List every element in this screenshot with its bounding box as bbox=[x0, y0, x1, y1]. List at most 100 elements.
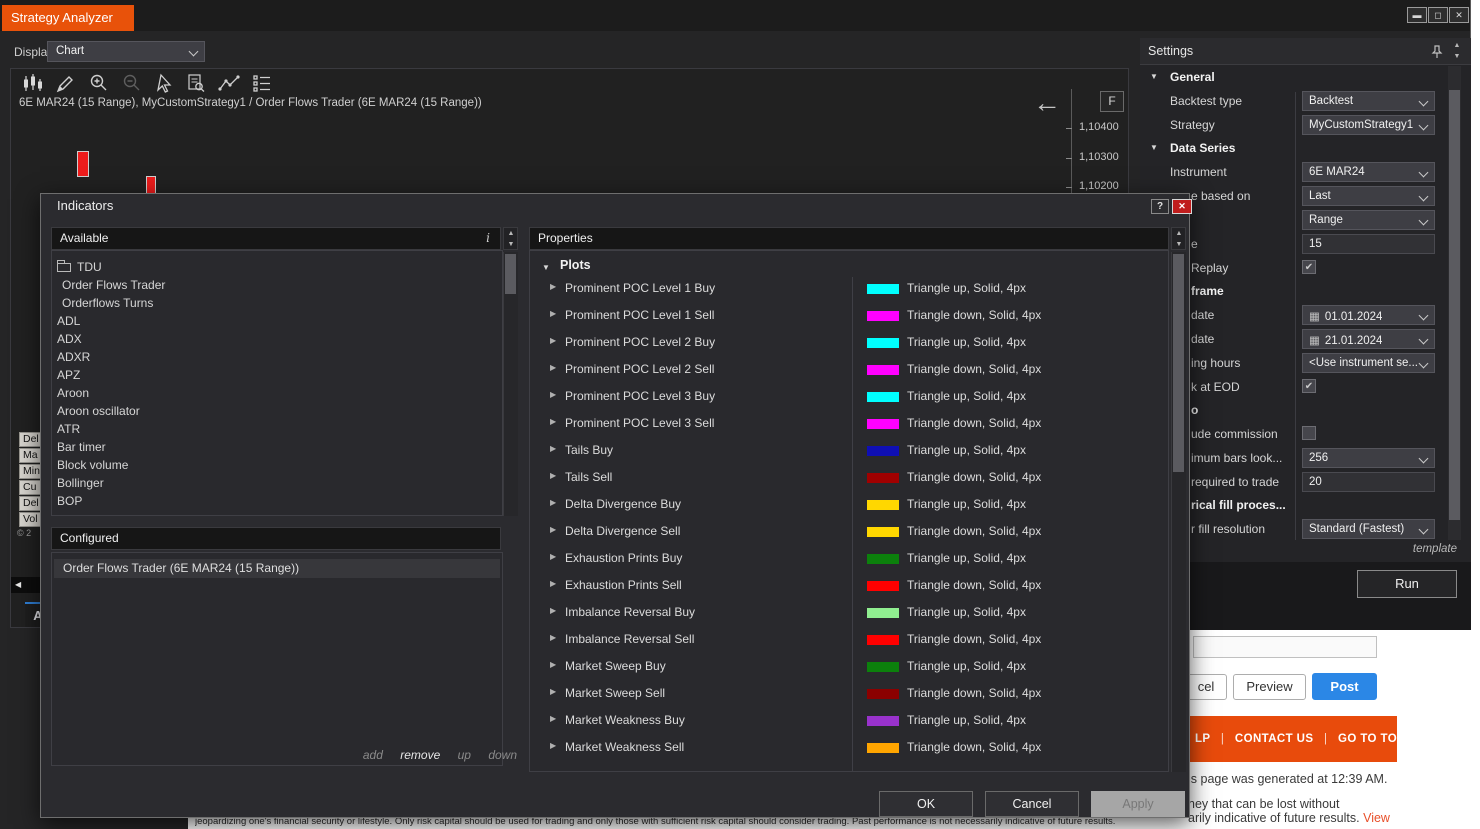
cancel-button[interactable]: Cancel bbox=[985, 791, 1079, 817]
scroll-down-icon[interactable]: ▼ bbox=[1450, 51, 1464, 62]
list-properties-icon[interactable] bbox=[250, 72, 274, 94]
expander-icon[interactable]: ▶ bbox=[550, 444, 556, 453]
close-button[interactable]: ✕ bbox=[1449, 7, 1469, 23]
settings-checkbox[interactable]: ✔ bbox=[1302, 379, 1316, 393]
apply-button[interactable]: Apply bbox=[1091, 791, 1185, 817]
available-item[interactable]: ADXR bbox=[52, 348, 502, 366]
settings-scrollbar[interactable] bbox=[1448, 66, 1461, 540]
plot-row[interactable]: ▶ Delta Divergence Buy Triangle up, Solid,… bbox=[530, 491, 1168, 518]
available-item[interactable]: ADL bbox=[52, 312, 502, 330]
webpage-text-input[interactable] bbox=[1193, 636, 1377, 658]
webpage-cancel-button[interactable]: cel bbox=[1185, 674, 1227, 700]
settings-dropdown[interactable]: MyCustomStrategy1 bbox=[1302, 115, 1435, 135]
settings-section[interactable]: ▼ General bbox=[1140, 66, 1464, 89]
expander-icon[interactable]: ▶ bbox=[550, 390, 556, 399]
window-title-tab[interactable]: Strategy Analyzer bbox=[2, 5, 134, 31]
plot-color-swatch[interactable] bbox=[867, 500, 899, 510]
scroll-up-icon[interactable]: ▲ bbox=[1172, 228, 1186, 239]
available-item[interactable]: Bollinger bbox=[52, 474, 502, 492]
plot-color-swatch[interactable] bbox=[867, 743, 899, 753]
expander-icon[interactable]: ▶ bbox=[550, 687, 556, 696]
plot-row[interactable]: ▶ Prominent POC Level 1 Sell Triangle down… bbox=[530, 302, 1168, 329]
plot-color-swatch[interactable] bbox=[867, 581, 899, 591]
settings-dropdown[interactable]: Range bbox=[1302, 210, 1435, 230]
plot-row[interactable]: ▶ Tails Sell Triangle down, Solid, 4px bbox=[530, 464, 1168, 491]
footer-link-go-to-top[interactable]: GO TO TOP bbox=[1338, 733, 1397, 745]
plot-row[interactable]: ▶ Prominent POC Level 3 Sell Triangle down… bbox=[530, 410, 1168, 437]
plot-color-swatch[interactable] bbox=[867, 365, 899, 375]
settings-dropdown[interactable]: 6E MAR24 bbox=[1302, 162, 1435, 182]
settings-dropdown[interactable]: 256 bbox=[1302, 448, 1435, 468]
expander-icon[interactable]: ▶ bbox=[550, 552, 556, 561]
help-button[interactable]: ? bbox=[1151, 199, 1169, 214]
expander-icon[interactable]: ▶ bbox=[550, 417, 556, 426]
plot-row[interactable]: ▶ Imbalance Reversal Sell Triangle down, S… bbox=[530, 626, 1168, 653]
scroll-up-icon[interactable]: ▲ bbox=[504, 228, 518, 239]
available-item[interactable]: Order Flows Trader bbox=[52, 276, 502, 294]
plot-color-swatch[interactable] bbox=[867, 338, 899, 348]
settings-dropdown[interactable]: ▦ 21.01.2024 bbox=[1302, 329, 1435, 349]
plot-row[interactable]: ▶ Exhaustion Prints Buy Triangle up, Solid… bbox=[530, 545, 1168, 572]
remove-button[interactable]: remove bbox=[400, 748, 440, 762]
expander-icon[interactable]: ▶ bbox=[550, 714, 556, 723]
available-item[interactable]: ATR bbox=[52, 420, 502, 438]
plot-color-swatch[interactable] bbox=[867, 527, 899, 537]
section-collapse-icon[interactable]: ▼ bbox=[542, 263, 550, 272]
settings-dropdown[interactable]: Last bbox=[1302, 186, 1435, 206]
settings-scroll-spinner[interactable]: ▲ ▼ bbox=[1450, 40, 1464, 62]
expander-icon[interactable]: ▶ bbox=[550, 498, 556, 507]
expander-icon[interactable]: ▶ bbox=[550, 282, 556, 291]
expander-icon[interactable]: ▶ bbox=[550, 633, 556, 642]
webpage-preview-button[interactable]: Preview bbox=[1233, 674, 1306, 700]
plot-color-swatch[interactable] bbox=[867, 662, 899, 672]
scroll-down-icon[interactable]: ▼ bbox=[1172, 239, 1186, 250]
settings-dropdown[interactable]: Standard (Fastest) bbox=[1302, 519, 1435, 539]
expander-icon[interactable]: ▶ bbox=[550, 606, 556, 615]
expander-icon[interactable]: ▶ bbox=[550, 741, 556, 750]
scroll-down-icon[interactable]: ▼ bbox=[504, 239, 518, 250]
plot-row[interactable]: ▶ Market Sweep Sell Triangle down, Solid, … bbox=[530, 680, 1168, 707]
plot-row[interactable]: ▶ Exhaustion Prints Sell Triangle down, So… bbox=[530, 572, 1168, 599]
expander-icon[interactable]: ▶ bbox=[550, 336, 556, 345]
available-item[interactable]: TDU bbox=[52, 258, 502, 276]
minimize-button[interactable]: ▬ bbox=[1407, 7, 1427, 23]
expander-icon[interactable]: ▶ bbox=[550, 309, 556, 318]
properties-scrollbar-thumb[interactable] bbox=[1173, 254, 1184, 472]
plot-color-swatch[interactable] bbox=[867, 311, 899, 321]
plot-row[interactable]: ▶ Delta Divergence Sell Triangle down, Sol… bbox=[530, 518, 1168, 545]
zoom-out-icon[interactable] bbox=[120, 72, 144, 94]
candlestick-chart-icon[interactable] bbox=[21, 72, 45, 94]
plot-color-swatch[interactable] bbox=[867, 635, 899, 645]
plots-section[interactable]: ▼ Plots bbox=[530, 251, 1168, 275]
plot-row[interactable]: ▶ Prominent POC Level 3 Buy Triangle up, S… bbox=[530, 383, 1168, 410]
available-item[interactable]: BOP bbox=[52, 492, 502, 510]
plot-color-swatch[interactable] bbox=[867, 284, 899, 294]
settings-checkbox[interactable] bbox=[1302, 426, 1316, 440]
display-dropdown[interactable]: Chart bbox=[47, 41, 205, 62]
plot-row[interactable]: ▶ Tails Buy Triangle up, Solid, 4px bbox=[530, 437, 1168, 464]
footer-link-help-fragment[interactable]: LP bbox=[1195, 733, 1210, 745]
plot-row[interactable]: ▶ Market Weakness Sell Triangle down, Soli… bbox=[530, 734, 1168, 761]
footer-link-contact-us[interactable]: CONTACT US bbox=[1235, 733, 1314, 745]
up-button[interactable]: up bbox=[458, 748, 471, 762]
settings-checkbox[interactable]: ✔ bbox=[1302, 260, 1316, 274]
plot-row[interactable]: ▶ Prominent POC Level 2 Sell Triangle down… bbox=[530, 356, 1168, 383]
available-scrollbar-thumb[interactable] bbox=[505, 254, 516, 294]
available-item[interactable]: APZ bbox=[52, 366, 502, 384]
available-item[interactable]: ADX bbox=[52, 330, 502, 348]
settings-input[interactable]: 15 bbox=[1302, 234, 1435, 254]
available-item[interactable]: Orderflows Turns bbox=[52, 294, 502, 312]
expander-icon[interactable]: ▶ bbox=[550, 579, 556, 588]
plot-row[interactable]: ▶ Prominent POC Level 1 Buy Triangle up, S… bbox=[530, 275, 1168, 302]
cursor-icon[interactable] bbox=[153, 72, 175, 94]
section-collapse-icon[interactable]: ▼ bbox=[1150, 72, 1158, 81]
webpage-post-button[interactable]: Post bbox=[1312, 673, 1377, 700]
plot-color-swatch[interactable] bbox=[867, 473, 899, 483]
expander-icon[interactable]: ▶ bbox=[550, 525, 556, 534]
settings-section[interactable]: ▼ Data Series bbox=[1140, 137, 1464, 160]
info-icon[interactable]: i bbox=[486, 228, 490, 249]
maximize-button[interactable]: ◻ bbox=[1428, 7, 1448, 23]
available-item[interactable]: Aroon oscillator bbox=[52, 402, 502, 420]
plot-color-swatch[interactable] bbox=[867, 608, 899, 618]
report-search-icon[interactable] bbox=[184, 72, 208, 94]
